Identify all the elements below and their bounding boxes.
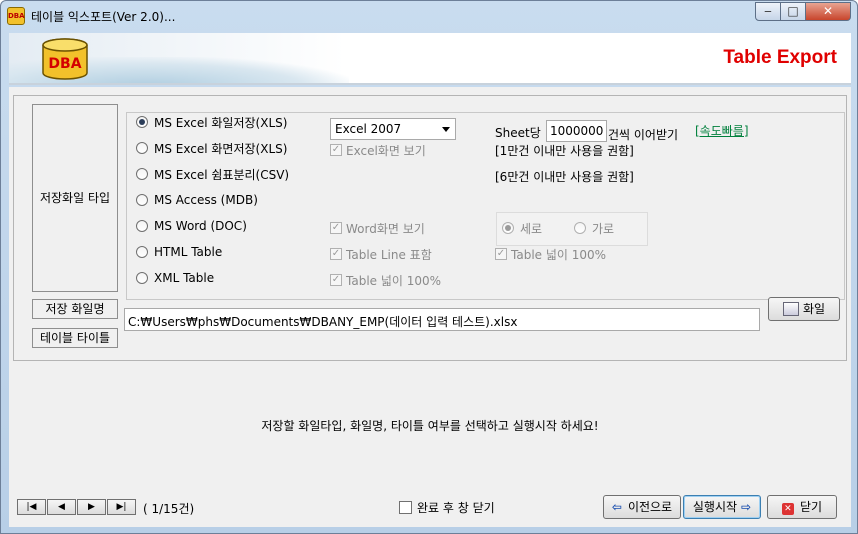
excel-version-value: Excel 2007	[335, 122, 402, 136]
table-width-checkbox-xml[interactable]: Table 넓이 100%	[330, 272, 441, 288]
option-label: MS Excel 화면저장(XLS)	[154, 141, 288, 156]
checkbox-icon[interactable]	[330, 274, 342, 286]
checkbox-label: Excel화면 보기	[346, 143, 426, 158]
option-label: MS Word (DOC)	[154, 219, 247, 233]
checkbox-label: Table Line 표함	[346, 247, 432, 262]
radio-icon[interactable]	[136, 272, 148, 284]
rows-per-sheet-input[interactable]: 1000000	[546, 120, 607, 142]
file-icon	[782, 302, 799, 316]
checkbox-icon[interactable]	[495, 248, 507, 260]
option-label: MS Access (MDB)	[154, 193, 258, 207]
checkbox-label: 완료 후 창 닫기	[417, 501, 495, 515]
option-excel-screen[interactable]: MS Excel 화면저장(XLS)	[136, 140, 287, 156]
option-excel-file[interactable]: MS Excel 화일저장(XLS)	[136, 114, 287, 130]
database-logo-icon: DBA	[42, 38, 88, 80]
browse-file-label: 화일	[802, 302, 826, 316]
note-60k: [6만건 이내만 사용을 권함]	[495, 170, 634, 184]
save-file-type-label: 저장화일 타입	[32, 104, 118, 292]
close-button[interactable]: ✕ 닫기	[767, 495, 837, 519]
option-word-doc[interactable]: MS Word (DOC)	[136, 218, 247, 234]
radio-icon[interactable]	[502, 222, 514, 234]
minimize-button[interactable]: ‒	[755, 2, 781, 21]
sheet-prefix-label: Sheet당	[495, 126, 541, 140]
next-record-button[interactable]: ▶	[77, 499, 106, 515]
table-width-checkbox-html[interactable]: Table 넓이 100%	[495, 246, 606, 262]
option-label: 세로	[520, 221, 543, 236]
app-icon: DBA	[7, 7, 25, 25]
checkbox-icon[interactable]	[330, 248, 342, 260]
title-bar[interactable]: DBA 테이블 익스포트(Ver 2.0)... ‒ □ ✕	[1, 1, 857, 31]
option-label: 가로	[592, 221, 615, 236]
previous-button[interactable]: ⇦ 이전으로	[603, 495, 681, 519]
excel-view-checkbox[interactable]: Excel화면 보기	[330, 142, 426, 158]
word-view-checkbox[interactable]: Word화면 보기	[330, 220, 425, 236]
checkbox-label: Word화면 보기	[346, 221, 425, 236]
sheet-suffix-label: 건씩 이어받기	[608, 128, 679, 142]
close-icon: ✕	[781, 503, 794, 515]
first-record-button[interactable]: |◀	[17, 499, 46, 515]
radio-icon[interactable]	[136, 116, 148, 128]
option-label: XML Table	[154, 271, 215, 285]
checkbox-label: Table 넓이 100%	[511, 247, 607, 262]
banner-title: Table Export	[723, 47, 837, 68]
previous-label: 이전으로	[627, 500, 673, 514]
option-html-table[interactable]: HTML Table	[136, 244, 222, 260]
header-banner: DBA Table Export	[9, 33, 851, 85]
excel-version-select[interactable]: Excel 2007	[330, 118, 456, 140]
radio-icon[interactable]	[136, 220, 148, 232]
option-label: MS Excel 쉼표분리(CSV)	[154, 167, 290, 182]
run-button[interactable]: 실행시작 ⇨	[683, 495, 761, 519]
checkbox-icon[interactable]	[399, 501, 412, 514]
radio-icon[interactable]	[136, 142, 148, 154]
content-area: 저장화일 타입 MS Excel 화일저장(XLS) MS Excel 화면저장…	[9, 87, 851, 527]
prev-record-button[interactable]: ◀	[47, 499, 76, 515]
close-label: 닫기	[799, 500, 823, 514]
orientation-horizontal[interactable]: 가로	[574, 220, 614, 236]
orientation-vertical[interactable]: 세로	[502, 220, 542, 236]
close-after-finish-checkbox[interactable]: 완료 후 창 닫기	[399, 499, 495, 516]
file-path-field[interactable]: C:₩Users₩phs₩Documents₩DBANY_EMP(데이터 입력 …	[124, 308, 760, 331]
instruction-message: 저장할 화일타입, 화일명, 타이틀 여부를 선택하고 실행시작 하세요!	[261, 419, 599, 433]
checkbox-label: Table 넓이 100%	[346, 273, 442, 288]
radio-icon[interactable]	[136, 246, 148, 258]
note-10k: [1만건 이내만 사용을 권함]	[495, 144, 634, 158]
save-file-name-label: 저장 화일명	[32, 299, 118, 319]
table-title-toggle[interactable]: 테이블 타이틀	[32, 328, 118, 348]
checkbox-icon[interactable]	[330, 144, 342, 156]
option-access-mdb[interactable]: MS Access (MDB)	[136, 192, 258, 208]
radio-icon[interactable]	[136, 168, 148, 180]
arrow-right-icon: ⇨	[741, 500, 752, 514]
checkbox-icon[interactable]	[330, 222, 342, 234]
window-title: 테이블 익스포트(Ver 2.0)...	[31, 10, 176, 24]
logo-text: DBA	[48, 56, 81, 72]
last-record-button[interactable]: ▶|	[107, 499, 136, 515]
radio-icon[interactable]	[574, 222, 586, 234]
option-excel-csv[interactable]: MS Excel 쉼표분리(CSV)	[136, 166, 289, 182]
browse-file-button[interactable]: 화일	[768, 297, 840, 321]
chevron-down-icon[interactable]	[442, 127, 450, 132]
close-window-button[interactable]: ✕	[805, 2, 851, 21]
table-line-checkbox[interactable]: Table Line 표함	[330, 246, 432, 262]
maximize-button[interactable]: □	[780, 2, 806, 21]
option-xml-table[interactable]: XML Table	[136, 270, 214, 286]
radio-icon[interactable]	[136, 194, 148, 206]
settings-group: 저장화일 타입 MS Excel 화일저장(XLS) MS Excel 화면저장…	[13, 95, 847, 361]
option-label: MS Excel 화일저장(XLS)	[154, 115, 288, 130]
speed-fast-link[interactable]: [속도빠름]	[695, 122, 749, 139]
main-window: DBA 테이블 익스포트(Ver 2.0)... ‒ □ ✕ DBA Table…	[0, 0, 858, 534]
run-label: 실행시작	[692, 500, 738, 514]
option-label: HTML Table	[154, 245, 223, 259]
arrow-left-icon: ⇦	[611, 500, 622, 514]
record-counter: ( 1/15건)	[143, 502, 195, 516]
